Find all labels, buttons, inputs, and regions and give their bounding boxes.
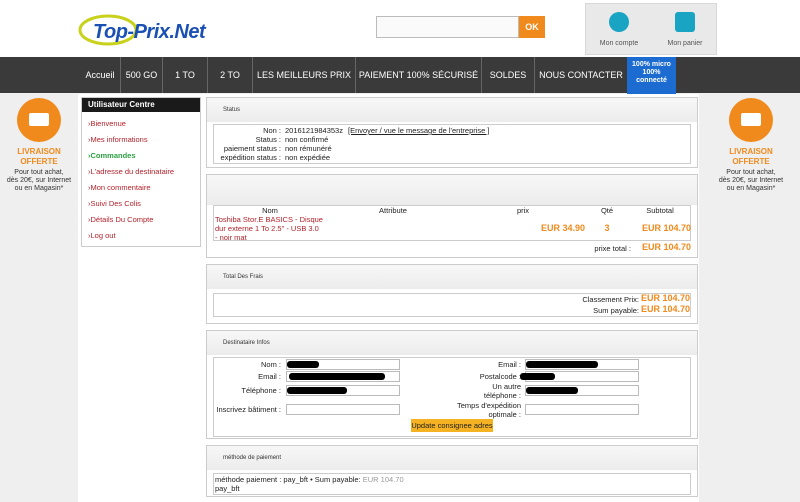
classement-value: EUR 104.70 <box>641 293 691 303</box>
payment-status-value: non rémunéré <box>285 144 332 153</box>
nav-item-meilleurs-prix[interactable]: LES MEILLEURS PRIX <box>253 57 356 93</box>
nav-item-1to[interactable]: 1 TO <box>163 57 208 93</box>
redaction <box>520 373 555 380</box>
status-heading: Status <box>207 98 697 122</box>
status-value: non confirmé <box>285 135 329 144</box>
sum-payable-value: EUR 104.70 <box>641 304 691 314</box>
logo[interactable]: Top-Prix.Net <box>93 21 206 44</box>
payment-method-value: pay_bft <box>215 484 240 493</box>
status-label-non: Non : <box>263 126 281 135</box>
nav-item-2to[interactable]: 2 TO <box>208 57 253 93</box>
status-panel: Status Non : 2016121984353z [Envoyer / v… <box>206 97 698 168</box>
menu-item-bienvenue[interactable]: ›Bienvenue <box>82 116 200 132</box>
sum-payable-label: Sum payable: <box>593 306 639 315</box>
recipient-email-label: Email : <box>258 372 281 381</box>
my-cart-label: Mon panier <box>667 40 703 47</box>
recipient-other-phone-label: Un autre téléphone : <box>483 382 521 400</box>
promo-line: connecté <box>636 77 667 84</box>
col-header-qte: Qté <box>600 206 614 215</box>
promo-title: LIVRAISON OFFERTE <box>17 147 61 166</box>
promo-title: LIVRAISON OFFERTE <box>729 147 773 166</box>
col-header-prix: prix <box>516 206 530 215</box>
col-header-attribute: Attribute <box>379 206 407 215</box>
nav-item-soldes[interactable]: SOLDES <box>482 57 535 93</box>
user-icon <box>609 12 629 32</box>
menu-item-adresse[interactable]: ›L'adresse du destinataire <box>82 164 200 180</box>
fees-heading: Total Des Frais <box>207 265 697 289</box>
update-consignee-button[interactable]: Update consignee adres <box>411 419 493 432</box>
item-price: EUR 34.90 <box>540 223 585 233</box>
user-centre-menu: Utilisateur Centre ›Bienvenue ›Mes infor… <box>81 97 201 247</box>
left-promo[interactable]: LIVRAISON OFFERTE Pour tout achat, dès 20€… <box>0 98 78 193</box>
fees-panel: Total Des Frais Classement Prix: EUR 104… <box>206 264 698 324</box>
delivery-truck-icon <box>17 98 61 142</box>
promo-text: Pour tout achat, dès 20€, sur Internet ou … <box>718 169 784 192</box>
recipient-building-label: Inscrivez bâtiment : <box>216 405 281 414</box>
promo-line: 100% micro <box>632 61 671 68</box>
item-name-link[interactable]: Toshiba Stor.E BASICS - Disque dur exter… <box>215 215 323 242</box>
menu-item-informations[interactable]: ›Mes informations <box>82 132 200 148</box>
user-centre-title: Utilisateur Centre <box>82 98 200 112</box>
total-label: prixe total : <box>594 244 631 253</box>
search-button[interactable]: OK <box>519 16 545 38</box>
recipient-delivery-time-label: Temps d'expédition optimale : <box>457 401 521 419</box>
delivery-truck-icon <box>729 98 773 142</box>
search-input[interactable] <box>376 16 519 38</box>
status-order-number: 2016121984353z <box>285 126 343 135</box>
shopping-bag-icon <box>675 12 695 32</box>
nav-item-500go[interactable]: 500 GO <box>121 57 163 93</box>
header: Top-Prix.Net OK Mon compte Mon panier <box>0 0 800 57</box>
recipient-delivery-time-input[interactable] <box>525 404 639 415</box>
right-promo[interactable]: LIVRAISON OFFERTE Pour tout achat, dès 20€… <box>712 98 790 193</box>
my-account-button[interactable]: Mon compte <box>586 4 652 56</box>
item-subtotal: EUR 104.70 <box>641 223 691 233</box>
redaction <box>289 373 385 380</box>
payment-status-label: paiement status : <box>223 144 281 153</box>
nav-item-paiement[interactable]: PAIEMENT 100% SÉCURISÉ <box>356 57 482 93</box>
redaction <box>287 387 347 394</box>
menu-item-commandes[interactable]: ›Commandes <box>82 148 200 164</box>
my-account-label: Mon compte <box>599 40 639 47</box>
nav-promo-badge[interactable]: 100% micro 100% connecté <box>627 57 676 94</box>
redaction <box>526 361 598 368</box>
recipient-heading: Destinataire Infos <box>207 331 697 355</box>
payment-panel: méthode de paiement méthode paiement : p… <box>206 445 698 497</box>
recipient-phone-label: Téléphone : <box>241 386 281 395</box>
payment-method-line: méthode paiement : pay_bft • Sum payable… <box>215 475 404 484</box>
message-link[interactable]: [Envoyer / vue le message de l'entrepris… <box>348 126 490 135</box>
promo-line: 100% <box>642 69 661 76</box>
promo-text: Pour tout achat, dès 20€, sur Internet ou … <box>6 169 72 192</box>
menu-item-commentaire[interactable]: ›Mon commentaire <box>82 180 200 196</box>
nav-item-accueil[interactable]: Accueil <box>80 57 121 93</box>
account-panel: Mon compte Mon panier <box>585 3 717 55</box>
classement-label: Classement Prix: <box>582 295 639 304</box>
col-header-subtotal: Subtotal <box>646 206 674 215</box>
menu-item-suivi[interactable]: ›Suivi Des Colis <box>82 196 200 212</box>
main-nav: Accueil 500 GO 1 TO 2 TO LES MEILLEURS P… <box>0 57 800 93</box>
recipient-building-input[interactable] <box>286 404 400 415</box>
status-label: Status : <box>255 135 281 144</box>
redaction <box>526 387 578 394</box>
recipient-nom-label: Nom : <box>260 360 281 369</box>
nav-item-contact[interactable]: NOUS CONTACTER <box>535 57 627 93</box>
menu-item-details[interactable]: ›Détails Du Compte <box>82 212 200 228</box>
col-header-nom: Nom <box>262 206 278 215</box>
recipient-email2-label: Email : <box>498 360 521 369</box>
recipient-postalcode-label: Postalcode : <box>479 372 521 381</box>
my-cart-button[interactable]: Mon panier <box>652 4 718 56</box>
items-heading <box>207 175 697 205</box>
total-value: EUR 104.70 <box>641 242 691 252</box>
redaction <box>287 361 319 368</box>
payment-heading: méthode de paiement <box>207 446 697 470</box>
item-qty: 3 <box>604 223 610 233</box>
shipping-status-label: expédition status : <box>220 153 281 162</box>
shipping-status-value: non expédiée <box>285 153 331 162</box>
menu-item-logout[interactable]: ›Log out <box>82 228 200 244</box>
items-panel: Nom Attribute prix Qté Subtotal Toshiba … <box>206 174 698 258</box>
